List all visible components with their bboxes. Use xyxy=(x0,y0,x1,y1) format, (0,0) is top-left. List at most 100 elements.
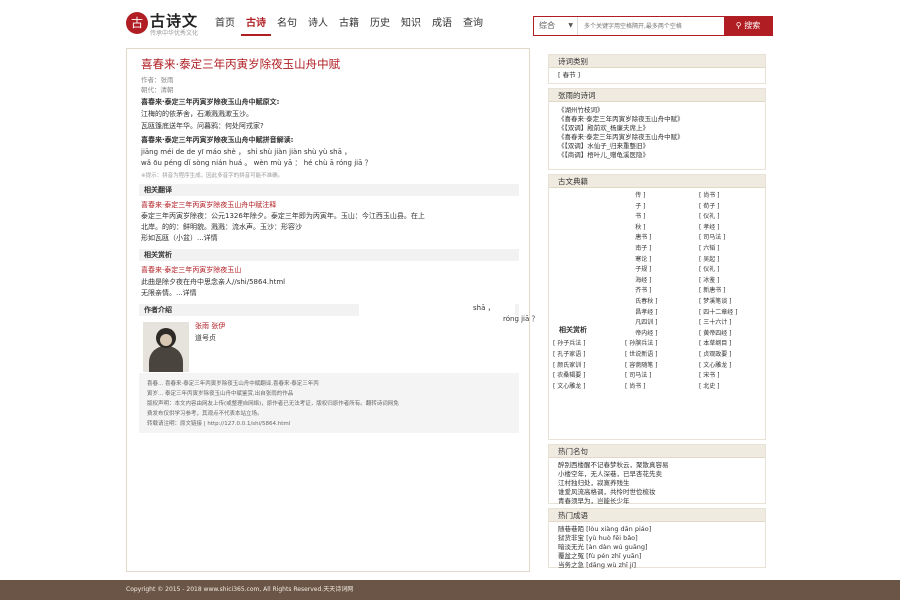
copyright-link[interactable]: 转载请注明：原文链接 | http://127.0.0.1/shi/5864.h… xyxy=(147,419,511,429)
classic-tag[interactable]: [ 贞观政要 ] xyxy=(699,350,732,359)
classic-tag[interactable]: [ 尚书 ] xyxy=(625,382,646,391)
classics-panel: 古文典籍 [ 周易 ][ 易传 ][ 尚书 ][ 礼记 ][ 荀子 ][ 荀子 … xyxy=(548,174,766,440)
search-button[interactable]: ⚲ 搜索 xyxy=(724,16,772,36)
author-portrait xyxy=(143,322,189,372)
appreciation-link[interactable]: 喜春来·泰定三年丙寅岁除夜玉山 xyxy=(141,266,241,275)
classic-tag[interactable]: [ 孔子家语 ] xyxy=(553,350,586,359)
site-logo[interactable]: 古 古诗文 传承中华优秀文化 xyxy=(126,10,210,38)
idioms-panel: 热门成语 随巷巷陌 [lòu xiàng dān piáo] 狱货非宝 [yù … xyxy=(548,508,766,570)
famous-line[interactable]: 江村独归处，寂寞养残生 xyxy=(549,479,765,488)
classic-tag[interactable]: [ 孙膑兵法 ] xyxy=(625,339,658,348)
famous-lines-title: 热门名句 xyxy=(549,445,765,458)
classic-tag[interactable]: [ 颜氏家训 ] xyxy=(553,361,586,370)
classic-tag[interactable]: [ 黄帝四经 ] xyxy=(699,329,732,338)
search-button-label: 搜索 xyxy=(744,21,761,30)
classic-tag[interactable]: [ 三十六计 ] xyxy=(699,318,732,327)
nav-history[interactable]: 历史 xyxy=(365,14,395,34)
author-name[interactable]: 张雨 张伊 xyxy=(195,322,225,331)
poem-link[interactable]: 《喜春来·泰定三年丙寅岁除夜玉山舟中赋》 xyxy=(549,133,765,142)
logo-mark: 古 xyxy=(126,12,148,34)
classic-tag[interactable]: [ 孙子兵法 ] xyxy=(553,339,586,348)
classic-tag[interactable]: [ 北史 ] xyxy=(699,382,720,391)
search-icon: ⚲ xyxy=(735,21,745,30)
poem-link[interactable]: 《【商调】梧叶儿_赠龟溪医隐》 xyxy=(549,151,765,160)
author-meta: 作者：张雨 xyxy=(141,76,174,84)
search-type-select[interactable]: 综合 ▼ xyxy=(534,17,578,35)
classic-tag[interactable]: [ 荀子 ] xyxy=(699,202,720,211)
classic-tag[interactable]: [ 文心雕龙 ] xyxy=(553,382,586,391)
copyright-box: 喜春... 喜春来·泰定三年丙寅岁除夜玉山舟中赋翻译,喜春来·泰定三年丙 寅岁.… xyxy=(139,373,519,433)
page-title: 喜春来·泰定三年丙寅岁除夜玉山舟中赋 xyxy=(141,57,341,71)
pinyin-line: jiāng méi de de yī máo shè ， shí shù jià… xyxy=(141,148,352,156)
famous-lines-panel: 热门名句 醉别西楼醒不记春梦秋云，聚散真容易 小楼空年，无人深巷，已早杏花先卖 … xyxy=(548,444,766,506)
poem-link[interactable]: 《湖州竹枝词》 xyxy=(549,106,765,115)
classic-tag[interactable]: [ 六韬 ] xyxy=(699,244,720,253)
blank-overlay xyxy=(549,188,635,338)
nav-poets[interactable]: 诗人 xyxy=(303,14,333,34)
author-brief: 道号贞 xyxy=(195,334,216,342)
related-appreciation-label: 相关赏析 xyxy=(559,326,587,334)
idiom-item[interactable]: 暗淡无光 [àn dàn wú guāng] xyxy=(549,543,765,552)
search-input[interactable] xyxy=(580,17,720,35)
classic-tag[interactable]: [ 四十二章经 ] xyxy=(699,308,738,317)
classic-tag[interactable]: [ 本草纲目 ] xyxy=(699,339,732,348)
classic-tag[interactable]: [ 司马法 ] xyxy=(699,233,726,242)
classic-tag[interactable]: [ 尚书 ] xyxy=(699,191,720,200)
appreciation-line: 此曲是除夕夜在舟中思念亲人//shi/5864.html xyxy=(141,278,286,286)
logo-slogan: 传承中华优秀文化 xyxy=(150,30,199,37)
copyright-line: 寅岁... 泰定三年丙寅岁除夜玉山舟中赋鉴赏,出自张雨的作品 xyxy=(147,391,294,397)
nav-quotes[interactable]: 名句 xyxy=(272,14,302,34)
classic-tag[interactable]: [ 宋书 ] xyxy=(699,371,720,380)
nav-classics[interactable]: 古籍 xyxy=(334,14,364,34)
classics-title: 古文典籍 xyxy=(549,175,765,188)
nav-home[interactable]: 首页 xyxy=(210,14,240,34)
stray-pinyin: róng jiā ？ xyxy=(503,315,539,323)
famous-line[interactable]: 谁爱风流高格调，共怜时世俭梳妆 xyxy=(549,488,765,497)
main-nav: 首页 古诗 名句 诗人 古籍 历史 知识 成语 查询 xyxy=(210,14,489,36)
classic-tag[interactable]: [ 世说新语 ] xyxy=(625,350,658,359)
classic-tag[interactable]: [ 文心雕龙 ] xyxy=(699,361,732,370)
copyright-line: 版权声明：本文内容由网友上传(或整理自网络)，原作者已无法考证，版权归原作者所有… xyxy=(147,401,399,407)
poem-link[interactable]: 《喜春来·泰定三年丙寅岁除夜玉山舟中赋》 xyxy=(549,115,765,124)
appreciation-line[interactable]: 无限亲情。...详情 xyxy=(141,289,197,298)
translation-link[interactable]: 喜春来·泰定三年丙寅岁除夜玉山舟中赋注释 xyxy=(141,201,276,210)
nav-idioms[interactable]: 成语 xyxy=(427,14,457,34)
idiom-item[interactable]: 当务之急 [dāng wù zhī jí] xyxy=(549,561,765,570)
classic-tag[interactable]: [ 司马法 ] xyxy=(625,371,652,380)
poem-link[interactable]: 《【双调】殿前欢_杨廉夫席上》 xyxy=(549,124,765,133)
category-panel: 诗词类别 [ 春节 ] xyxy=(548,54,766,84)
nav-poems[interactable]: 古诗 xyxy=(241,14,271,36)
category-item[interactable]: [ 春节 ] xyxy=(549,68,765,80)
dynasty-meta: 朝代：清朝 xyxy=(141,86,174,94)
classic-tag[interactable]: [ 仪礼 ] xyxy=(699,265,720,274)
classic-tag[interactable]: [ 孝经 ] xyxy=(699,223,720,232)
copyright-line: 费发布仅供学习参考，其观点不代表本站立场。 xyxy=(147,411,263,417)
classic-tag[interactable]: [ 农桑辑要 ] xyxy=(553,371,586,380)
pinyin-heading: 喜春来·泰定三年丙寅岁除夜玉山舟中赋拼音解读: xyxy=(141,136,294,144)
pinyin-line: wǎ ōu péng dǐ sòng nián huá 。 wèn mù yā … xyxy=(141,159,372,167)
translation-line: 北岸。的的：鲜明貌。溅溅：流水声。玉沙：形容沙 xyxy=(141,223,302,231)
translation-heading: 相关翻译 xyxy=(139,184,519,196)
nav-knowledge[interactable]: 知识 xyxy=(396,14,426,34)
classic-tag[interactable]: [ 新唐书 ] xyxy=(699,286,726,295)
famous-line[interactable]: 小楼空年，无人深巷，已早杏花先卖 xyxy=(549,470,765,479)
classic-tag[interactable]: [ 容斋随笔 ] xyxy=(625,361,658,370)
famous-line[interactable]: 醉别西楼醒不记春梦秋云，聚散真容易 xyxy=(549,461,765,470)
idiom-item[interactable]: 随巷巷陌 [lòu xiàng dān piáo] xyxy=(549,525,765,534)
idiom-item[interactable]: 狱货非宝 [yù huò fēi bǎo] xyxy=(549,534,765,543)
category-link[interactable]: 春节 xyxy=(563,71,576,79)
original-line: 江梅的的依茅舍，石濑溅溅漱玉沙。 xyxy=(141,110,253,118)
famous-line[interactable]: 青春须早为，岂能长少年 xyxy=(549,497,765,506)
stray-pinyin: shā ， xyxy=(473,304,495,312)
site-header: 古 古诗文 传承中华优秀文化 首页 古诗 名句 诗人 古籍 历史 知识 成语 查… xyxy=(0,0,900,48)
classic-tag[interactable]: [ 吴起 ] xyxy=(699,255,720,264)
classic-tag[interactable]: [ 梦溪笔谈 ] xyxy=(699,297,732,306)
classic-tag[interactable]: [ 仪礼 ] xyxy=(699,212,720,221)
blank-overlay xyxy=(359,261,515,379)
poem-link[interactable]: 《【双调】水仙子_归来重整旧》 xyxy=(549,142,765,151)
classic-tag[interactable]: [ 冰鉴 ] xyxy=(699,276,720,285)
idiom-item[interactable]: 覆盆之冤 [fù pén zhī yuān] xyxy=(549,552,765,561)
nav-query[interactable]: 查询 xyxy=(458,14,488,34)
translation-line[interactable]: 形如瓦瓯（小盆）...详情 xyxy=(141,234,218,243)
search-bar: 综合 ▼ ⚲ 搜索 xyxy=(533,16,773,36)
